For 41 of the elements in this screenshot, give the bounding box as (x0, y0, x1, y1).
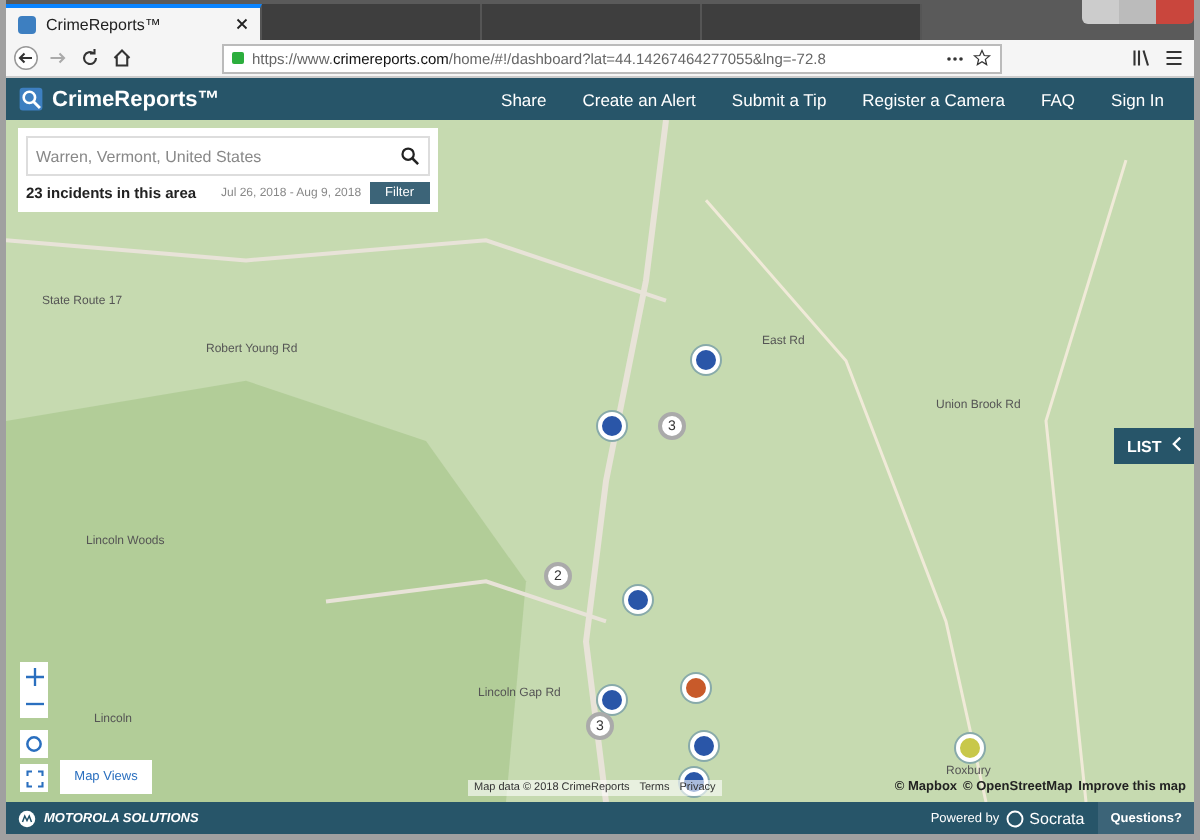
incident-marker-icon[interactable] (598, 686, 626, 714)
menu-icon[interactable] (1162, 46, 1186, 70)
back-icon[interactable] (14, 46, 38, 70)
library-icon[interactable] (1130, 46, 1154, 70)
list-button[interactable]: LIST (1114, 428, 1194, 464)
lock-icon (232, 52, 244, 64)
close-icon[interactable] (236, 18, 248, 30)
plus-icon (25, 667, 43, 685)
minus-icon (25, 702, 43, 706)
incident-marker-icon[interactable] (690, 732, 718, 760)
search-field[interactable]: Warren, Vermont, United States (26, 136, 430, 176)
nav-link[interactable]: Create an Alert (564, 89, 714, 109)
zoom-in-button[interactable] (20, 662, 48, 690)
brand-name[interactable]: CrimeReports™ (52, 87, 220, 111)
more-icon[interactable] (946, 55, 964, 61)
chevron-left-icon (1172, 436, 1182, 452)
search-icon[interactable] (400, 146, 420, 166)
fullscreen-icon (25, 769, 43, 787)
incident-marker-icon[interactable] (624, 586, 652, 614)
nav-link[interactable]: Sign In (1093, 89, 1182, 109)
socrata-logo-icon (1005, 809, 1024, 827)
nav-link[interactable]: Submit a Tip (713, 89, 845, 109)
incident-marker-icon[interactable] (692, 346, 720, 374)
window-controls-icon[interactable] (1082, 0, 1194, 24)
nav-link[interactable]: FAQ (1023, 89, 1094, 109)
incident-marker-icon[interactable] (956, 734, 984, 762)
magnifier-logo-icon (18, 86, 44, 112)
nav-link[interactable]: Register a Camera (844, 89, 1024, 109)
star-icon[interactable] (972, 48, 992, 68)
browser-tab[interactable]: CrimeReports™ (6, 4, 262, 40)
reload-icon[interactable] (78, 46, 102, 70)
fullscreen-button[interactable] (20, 764, 48, 792)
motorola-logo-icon (18, 809, 36, 827)
home-icon[interactable] (110, 46, 134, 70)
incident-marker-icon[interactable] (682, 674, 710, 702)
nav-link[interactable]: Share (483, 89, 565, 109)
locate-icon (24, 734, 44, 754)
locate-button[interactable] (20, 730, 48, 758)
incident-marker-icon[interactable] (598, 412, 626, 440)
provider-name: Socrata (1029, 809, 1085, 827)
site-favicon-icon (18, 15, 36, 33)
